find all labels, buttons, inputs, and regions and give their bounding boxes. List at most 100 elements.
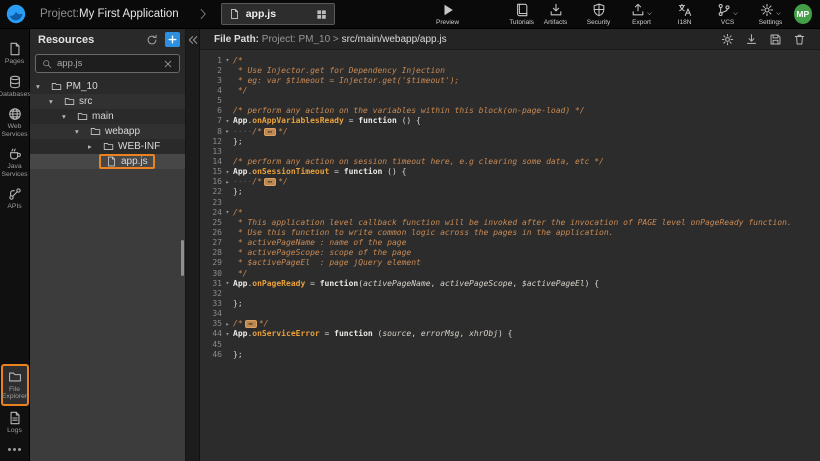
fold-open-icon[interactable]: ▾ bbox=[222, 168, 233, 176]
line-number: 1 bbox=[200, 56, 222, 65]
topbar-action-export[interactable]: Export bbox=[625, 3, 659, 26]
caret-down-icon[interactable]: ▾ bbox=[49, 97, 60, 106]
editor-toolbar bbox=[721, 33, 806, 46]
resources-scrollbar-thumb[interactable] bbox=[181, 240, 184, 276]
code-text: /* bbox=[233, 208, 243, 217]
code-text: * activePageName : name of the page bbox=[233, 238, 406, 247]
topbar-action-vcs[interactable]: VCS bbox=[711, 3, 745, 26]
clear-search-icon[interactable] bbox=[163, 59, 173, 69]
code-editor[interactable]: 1▾/*2 * Use Injector.get for Dependency … bbox=[200, 50, 820, 461]
fold-closed-icon[interactable]: ▸ bbox=[222, 178, 233, 186]
sidebar-item-label: APIs bbox=[7, 203, 21, 211]
topbar-action-label: Export bbox=[632, 19, 651, 26]
page-icon bbox=[8, 42, 22, 56]
folded-code-placeholder[interactable]: ⋯ bbox=[245, 320, 257, 328]
fold-open-icon[interactable]: ▾ bbox=[222, 279, 233, 287]
line-number: 7 bbox=[200, 116, 222, 125]
tree-item-src[interactable]: ▾src bbox=[30, 94, 185, 109]
topbar-action-security[interactable]: Security bbox=[582, 3, 616, 26]
save-icon[interactable] bbox=[769, 33, 782, 46]
code-line-27: 27 * activePageName : name of the page bbox=[200, 238, 820, 248]
refresh-icon[interactable] bbox=[146, 34, 158, 46]
collapse-panel-icon[interactable] bbox=[187, 34, 199, 46]
sidebar-item-apis[interactable]: APIs bbox=[0, 182, 30, 215]
topbar-action-label: Artifacts bbox=[544, 19, 567, 26]
sidebar-item-web-services[interactable]: Web Services bbox=[0, 102, 30, 142]
sidebar-top-group: PagesDatabasesWeb ServicesJava Services A… bbox=[0, 37, 29, 215]
coffee-icon bbox=[8, 147, 22, 161]
export-icon bbox=[631, 3, 645, 17]
topbar-action-i18n[interactable]: I18N bbox=[668, 3, 702, 26]
breadcrumb: Project:My First Application bbox=[40, 8, 179, 20]
fold-open-icon[interactable]: ▾ bbox=[222, 330, 233, 338]
sidebar-item-logs[interactable]: Logs bbox=[0, 406, 30, 439]
trash-icon[interactable] bbox=[793, 33, 806, 46]
more-options-icon[interactable] bbox=[8, 438, 21, 457]
sidebar-item-file-explorer[interactable]: File Explorer bbox=[1, 364, 29, 406]
code-line-16: 16▸····/*⋯*/ bbox=[200, 177, 820, 187]
topbar-action-settings[interactable]: Settings bbox=[754, 3, 788, 26]
fold-open-icon[interactable]: ▾ bbox=[222, 56, 233, 64]
panel-divider[interactable] bbox=[186, 29, 200, 461]
search-input[interactable]: app.js bbox=[35, 54, 180, 73]
tree-item-app-js[interactable]: app.js bbox=[30, 154, 185, 169]
ide-window: Project:My First Application app.js Prev… bbox=[0, 0, 820, 461]
grid-icon[interactable] bbox=[316, 9, 327, 20]
avatar[interactable]: MP bbox=[794, 4, 812, 24]
line-number: 5 bbox=[200, 96, 222, 105]
line-number: 29 bbox=[200, 258, 222, 267]
add-resource-button[interactable] bbox=[165, 32, 180, 47]
tree-item-pm-10[interactable]: ▾PM_10 bbox=[30, 79, 185, 94]
code-text: }; bbox=[233, 299, 243, 308]
download-icon[interactable] bbox=[745, 33, 758, 46]
sidebar-item-pages[interactable]: Pages bbox=[0, 37, 30, 70]
sidebar-item-databases[interactable]: Databases bbox=[0, 70, 30, 103]
fold-closed-icon[interactable]: ▸ bbox=[222, 127, 233, 135]
line-number: 33 bbox=[200, 299, 222, 308]
tree-item-content: app.js bbox=[99, 154, 155, 169]
file-path-value: src/main/webapp/app.js bbox=[342, 34, 447, 45]
line-number: 45 bbox=[200, 340, 222, 349]
topbar-action-icon-row bbox=[717, 3, 739, 17]
topbar-action-icon-row bbox=[549, 3, 563, 17]
tutorials-button[interactable]: Tutorials bbox=[505, 3, 539, 26]
code-lines: 1▾/*2 * Use Injector.get for Dependency … bbox=[200, 55, 820, 359]
fold-open-icon[interactable]: ▾ bbox=[222, 117, 233, 125]
folded-code-placeholder[interactable]: ⋯ bbox=[264, 128, 276, 136]
line-number: 35 bbox=[200, 319, 222, 328]
gear-icon[interactable] bbox=[721, 33, 734, 46]
caret-right-icon[interactable]: ▸ bbox=[88, 142, 99, 151]
tree-item-web-inf[interactable]: ▸WEB-INF bbox=[30, 139, 185, 154]
line-number: 30 bbox=[200, 269, 222, 278]
filepath-bar: File Path: Project: PM_10 > src/main/web… bbox=[200, 29, 820, 50]
tab-appjs[interactable]: app.js bbox=[221, 3, 335, 25]
sidebar-item-label: Logs bbox=[7, 427, 22, 435]
resources-header: Resources bbox=[30, 29, 185, 50]
topbar-action-label: VCS bbox=[721, 19, 734, 26]
chevron-right-icon bbox=[197, 8, 209, 20]
tree-item-main[interactable]: ▾main bbox=[30, 109, 185, 124]
fold-closed-icon[interactable]: ▸ bbox=[222, 320, 233, 328]
code-line-34: 34 bbox=[200, 309, 820, 319]
folder-icon bbox=[77, 111, 88, 122]
fold-open-icon[interactable]: ▾ bbox=[222, 208, 233, 216]
app-logo-icon[interactable] bbox=[6, 4, 26, 24]
chevron-down-icon bbox=[732, 10, 739, 17]
caret-down-icon[interactable]: ▾ bbox=[36, 82, 47, 91]
code-text: * activePageScope: scope of the page bbox=[233, 248, 411, 257]
line-number: 46 bbox=[200, 350, 222, 359]
sidebar-item-java-services[interactable]: Java Services bbox=[0, 142, 30, 182]
tree-item-content: WEB-INF bbox=[99, 141, 164, 152]
topbar-action-icon-row bbox=[631, 3, 653, 17]
tree-item-webapp[interactable]: ▾webapp bbox=[30, 124, 185, 139]
code-line-32: 32 bbox=[200, 288, 820, 298]
caret-down-icon[interactable]: ▾ bbox=[75, 127, 86, 136]
code-line-46: 46}; bbox=[200, 349, 820, 359]
preview-button[interactable]: Preview bbox=[431, 3, 465, 26]
line-number: 3 bbox=[200, 76, 222, 85]
caret-down-icon[interactable]: ▾ bbox=[62, 112, 73, 121]
folded-code-placeholder[interactable]: ⋯ bbox=[264, 178, 276, 186]
topbar-action-artifacts[interactable]: Artifacts bbox=[539, 3, 573, 26]
code-text: App.onServiceError = function (source, e… bbox=[233, 329, 512, 338]
project-name: My First Application bbox=[79, 8, 179, 20]
